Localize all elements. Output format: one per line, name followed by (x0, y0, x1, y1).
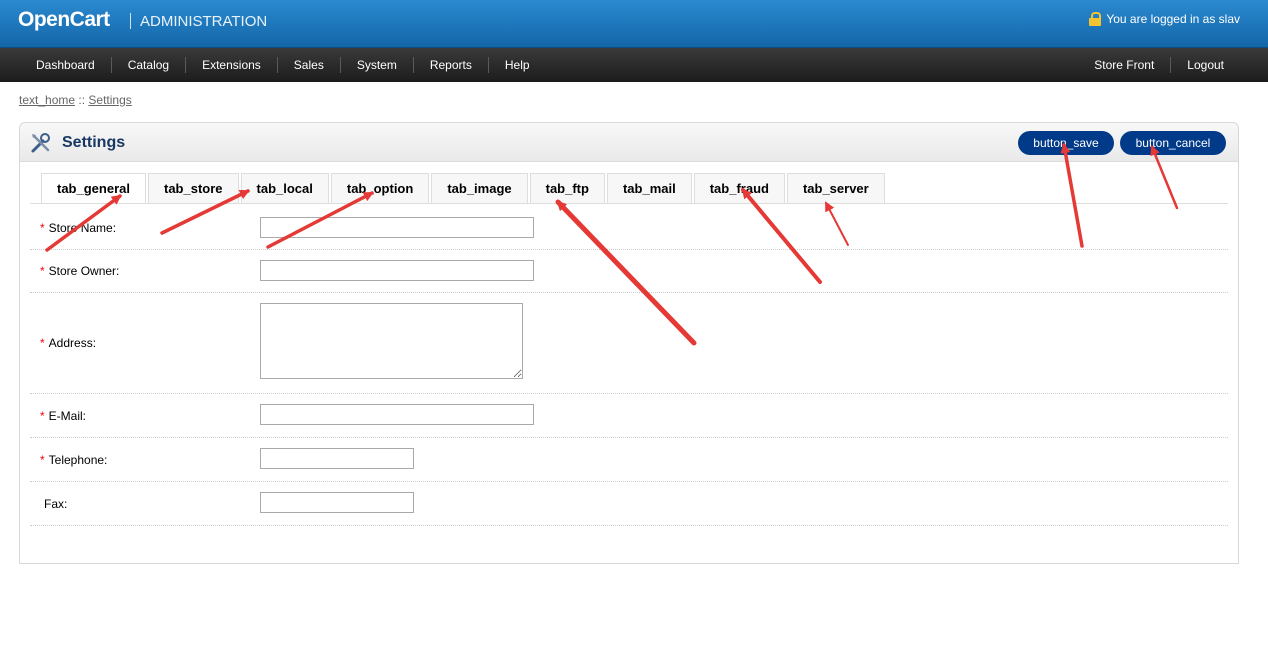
menu-system[interactable]: System (341, 57, 414, 73)
tools-icon (31, 133, 50, 153)
logged-in-text: You are logged in as slav (1106, 12, 1240, 26)
breadcrumb-home[interactable]: text_home (19, 93, 75, 107)
menu-reports[interactable]: Reports (414, 57, 489, 73)
store-name-label: * Store Name: (40, 221, 117, 235)
form-row-email: * E-Mail: (30, 394, 1228, 438)
tab-ftp[interactable]: tab_ftp (529, 173, 605, 203)
telephone-label: * Telephone: (40, 453, 108, 467)
lock-icon (1089, 12, 1102, 26)
address-label: * Address: (40, 336, 97, 350)
logo-divider (130, 13, 131, 29)
settings-box: Settings button_save button_cancel tab_g… (19, 122, 1239, 564)
menu-sales[interactable]: Sales (278, 57, 341, 73)
store-owner-label: * Store Owner: (40, 264, 120, 278)
save-button[interactable]: button_save (1018, 131, 1114, 155)
form-row-fax: Fax: (30, 482, 1228, 526)
admin-label: ADMINISTRATION (140, 13, 268, 30)
fax-label: Fax: (44, 497, 68, 511)
form-row-store-name: * Store Name: (30, 207, 1228, 250)
tab-store[interactable]: tab_store (147, 173, 239, 203)
box-heading: Settings button_save button_cancel (20, 123, 1238, 162)
tab-bar: tab_general tab_store tab_local tab_opti… (41, 173, 887, 204)
breadcrumb-separator: :: (78, 93, 86, 107)
form-row-store-owner: * Store Owner: (30, 250, 1228, 293)
menu-extensions[interactable]: Extensions (186, 57, 278, 73)
email-input[interactable] (260, 404, 534, 425)
header: OpenCart ADMINISTRATION You are logged i… (0, 0, 1268, 48)
tab-mail[interactable]: tab_mail (606, 173, 692, 203)
tab-image[interactable]: tab_image (431, 173, 528, 203)
fax-input[interactable] (260, 492, 414, 513)
tab-local[interactable]: tab_local (240, 173, 329, 203)
store-owner-input[interactable] (260, 260, 534, 281)
telephone-input[interactable] (260, 448, 414, 469)
tab-general[interactable]: tab_general (41, 173, 146, 204)
breadcrumb: text_home :: Settings (19, 93, 132, 107)
logged-in-status: You are logged in as slav (1089, 12, 1240, 26)
menu-logout[interactable]: Logout (1171, 57, 1240, 73)
store-name-input[interactable] (260, 217, 534, 238)
main-menu: Dashboard Catalog Extensions Sales Syste… (0, 48, 1268, 82)
menu-dashboard[interactable]: Dashboard (20, 57, 112, 73)
tab-divider (30, 203, 1228, 204)
cancel-button[interactable]: button_cancel (1120, 131, 1226, 155)
address-textarea[interactable] (260, 303, 523, 379)
page-title: Settings (62, 134, 126, 151)
email-label: * E-Mail: (40, 409, 87, 423)
menu-help[interactable]: Help (489, 57, 546, 73)
general-form: * Store Name: * Store Owner: * Address: * E-… (30, 207, 1228, 526)
form-row-telephone: * Telephone: (30, 438, 1228, 482)
form-row-address: * Address: (30, 293, 1228, 394)
opencart-logo[interactable]: OpenCart (18, 8, 110, 32)
menu-catalog[interactable]: Catalog (112, 57, 187, 73)
tab-option[interactable]: tab_option (330, 173, 430, 203)
tab-fraud[interactable]: tab_fraud (693, 173, 785, 203)
breadcrumb-settings[interactable]: Settings (88, 93, 131, 107)
tab-server[interactable]: tab_server (786, 173, 885, 203)
menu-store-front[interactable]: Store Front (1078, 57, 1172, 73)
